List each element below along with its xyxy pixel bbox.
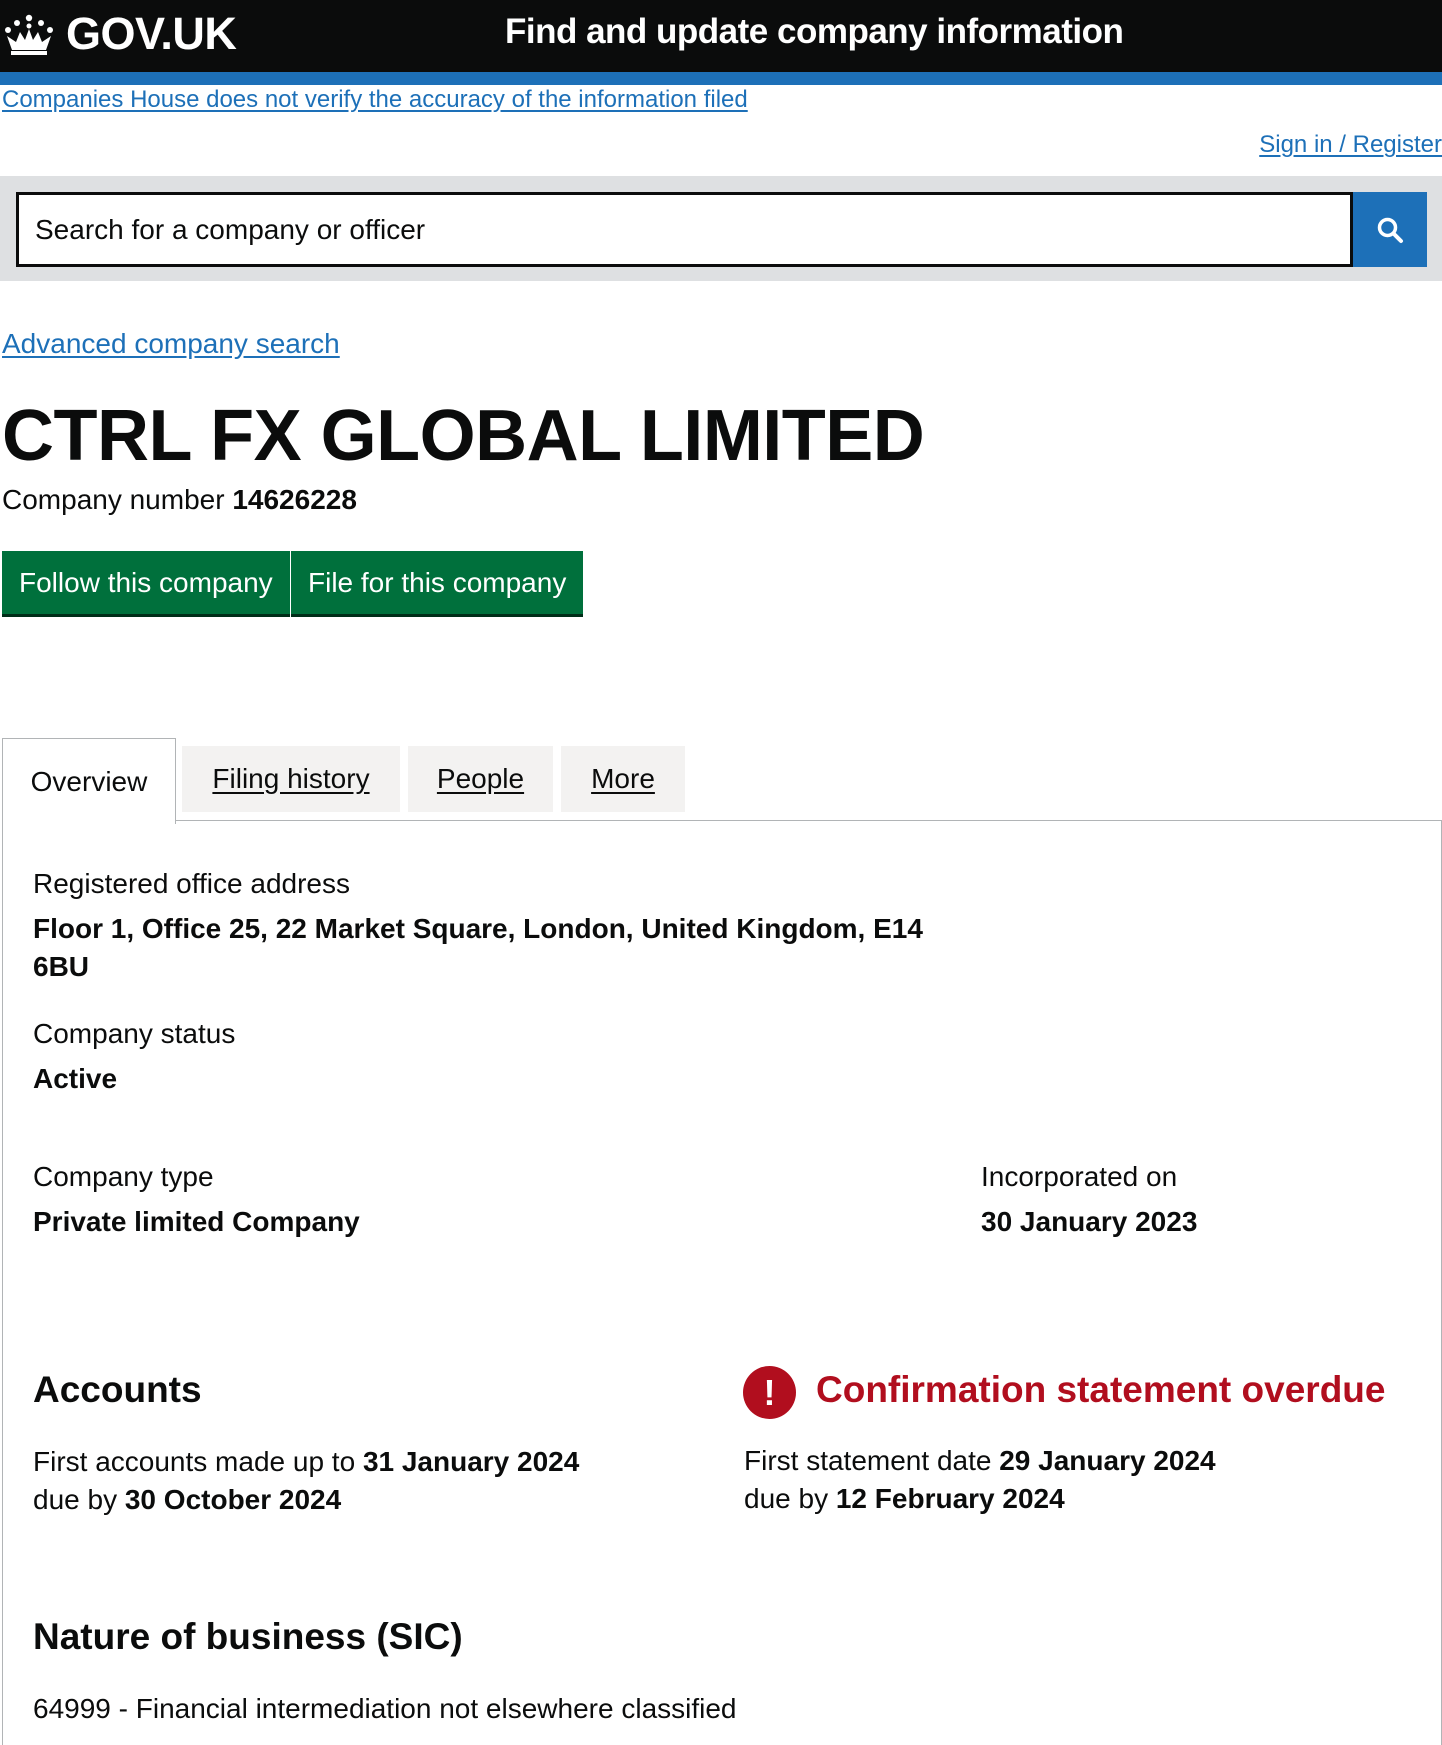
tab-label: People xyxy=(436,763,525,794)
accounts-due-date: 30 October 2024 xyxy=(124,1484,342,1515)
confirmation-first-date: 29 January 2024 xyxy=(999,1445,1216,1476)
logo-text: GOV.UK xyxy=(66,8,237,59)
company-name: CTRL FX GLOBAL LIMITED xyxy=(2,396,925,476)
search-input[interactable] xyxy=(16,192,1353,267)
tab-filing-history[interactable]: Filing history xyxy=(182,746,400,812)
tab-more[interactable]: More xyxy=(561,746,685,812)
registered-office-label: Registered office address xyxy=(33,868,350,899)
crown-icon xyxy=(5,14,53,55)
accounts-heading: Accounts xyxy=(33,1369,202,1410)
search-icon xyxy=(1377,217,1403,243)
warning-icon: ! xyxy=(743,1366,796,1419)
incorporated-value: 30 January 2023 xyxy=(981,1206,1198,1237)
confirmation-first: First statement date 29 January 2024 xyxy=(744,1442,1216,1480)
disclaimer-link[interactable]: Companies House does not verify the accu… xyxy=(2,86,748,114)
company-number-label: Company number xyxy=(2,484,225,515)
sign-in-register-link[interactable]: Sign in / Register xyxy=(1259,131,1442,159)
overview-panel xyxy=(2,820,1442,1745)
tab-overview[interactable]: Overview xyxy=(2,738,176,824)
file-for-company-button[interactable]: File for this company xyxy=(291,551,584,614)
header-accent-bar xyxy=(0,72,1442,85)
tab-label: More xyxy=(591,763,655,794)
service-name[interactable]: Find and update company information xyxy=(505,12,1124,52)
tab-people[interactable]: People xyxy=(408,746,553,812)
company-number: Company number 14626228 xyxy=(2,484,357,516)
advanced-search-link[interactable]: Advanced company search xyxy=(2,328,340,360)
confirmation-due-prefix: due by xyxy=(744,1483,829,1514)
site-header: GOV.UK Find and update company informati… xyxy=(0,0,1442,72)
search-button[interactable] xyxy=(1353,192,1427,267)
company-type-label: Company type xyxy=(33,1161,214,1192)
confirmation-due-date: 12 February 2024 xyxy=(835,1483,1065,1514)
follow-company-button[interactable]: Follow this company xyxy=(2,551,290,614)
registered-office-line1: Floor 1, Office 25, 22 Market Square, Lo… xyxy=(33,913,923,944)
accounts-due-prefix: due by xyxy=(33,1484,118,1515)
confirmation-due: due by 12 February 2024 xyxy=(744,1480,1065,1518)
company-type-value: Private limited Company xyxy=(33,1206,360,1237)
sic-heading: Nature of business (SIC) xyxy=(33,1616,463,1657)
confirmation-first-prefix: First statement date xyxy=(744,1445,992,1476)
tab-label: Overview xyxy=(30,765,148,797)
govuk-logo-link[interactable]: GOV.UK xyxy=(2,8,237,60)
sic-entry: 64999 - Financial intermediation not els… xyxy=(33,1693,737,1724)
confirmation-overdue-heading: Confirmation statement overdue xyxy=(816,1369,1386,1410)
accounts-first-prefix: First accounts made up to xyxy=(33,1446,356,1477)
company-status-label: Company status xyxy=(33,1018,236,1049)
company-number-value: 14626228 xyxy=(232,484,357,515)
company-status-value: Active xyxy=(33,1063,118,1094)
registered-office-line2: 6BU xyxy=(33,951,90,982)
incorporated-label: Incorporated on xyxy=(981,1161,1178,1192)
accounts-first-date: 31 January 2024 xyxy=(362,1446,580,1477)
accounts-due: due by 30 October 2024 xyxy=(33,1481,341,1519)
tab-label: Filing history xyxy=(212,763,370,794)
accounts-first: First accounts made up to 31 January 202… xyxy=(33,1443,579,1481)
